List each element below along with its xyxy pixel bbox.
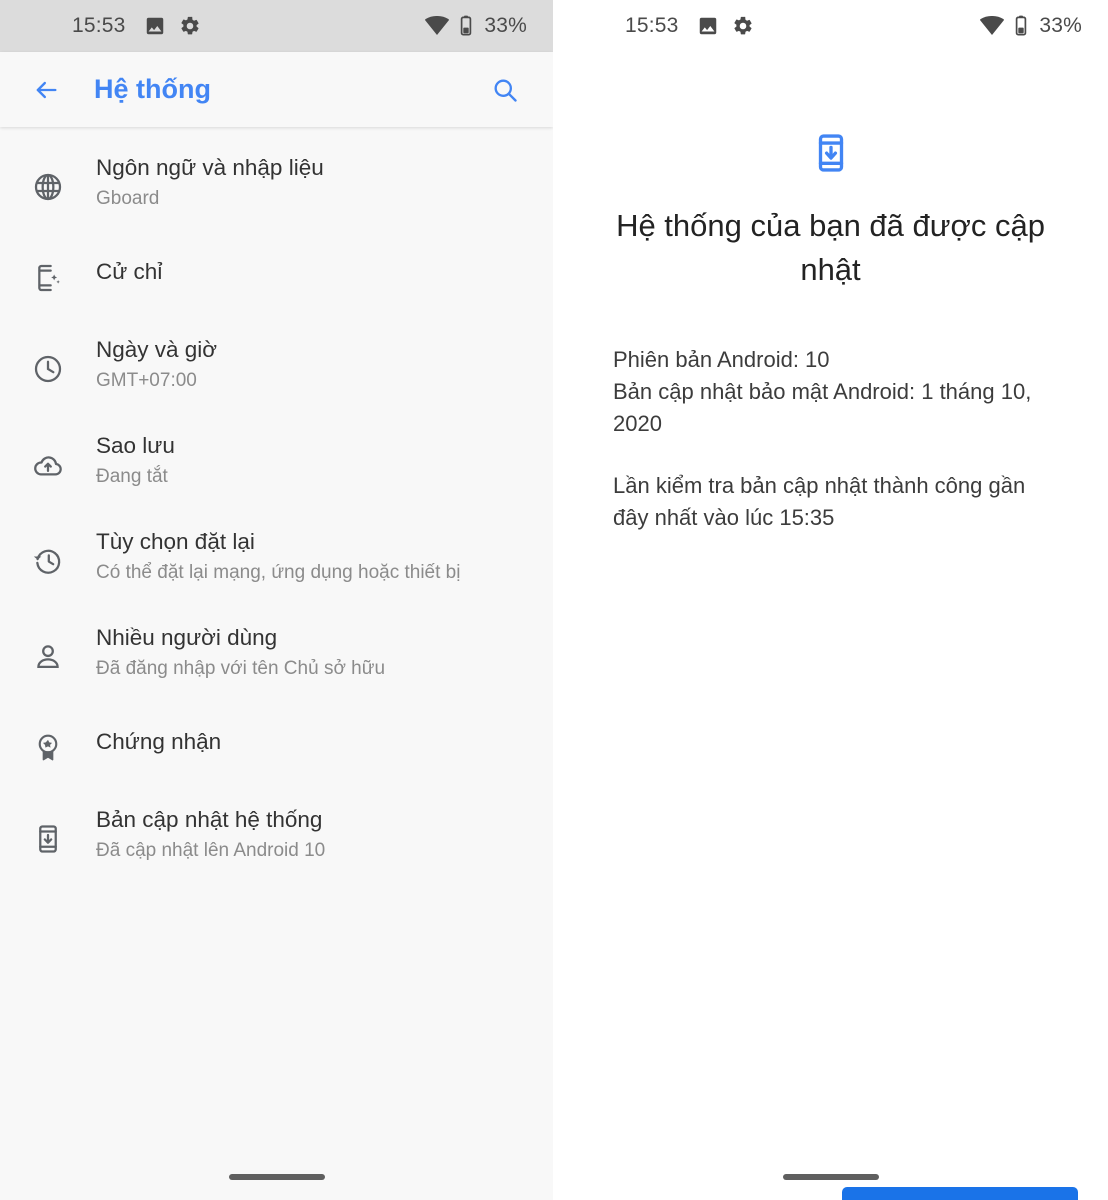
system-update-screen: Hệ thống của bạn đã được cập nhật Phiên … — [553, 132, 1108, 1200]
right-screenshot-panel: 15:53 33% Hệ thống của bạn đã được cập n… — [553, 0, 1108, 1200]
gesture-phone-icon — [0, 254, 96, 294]
list-item-subtitle: Gboard — [96, 188, 160, 209]
list-item-title: Tùy chọn đặt lại — [96, 529, 255, 554]
sidebar-item-multiple-users[interactable]: Nhiều người dùng Đã đăng nhập với tên Ch… — [0, 605, 553, 701]
phone-download-icon — [0, 815, 96, 855]
sidebar-item-language-input[interactable]: Ngôn ngữ và nhập liệu Gboard — [0, 135, 553, 231]
home-gesture-pill[interactable] — [228, 1174, 325, 1180]
search-icon[interactable] — [481, 66, 529, 114]
list-item-text: Tùy chọn đặt lại Có thể đặt lại mạng, ứn… — [96, 509, 529, 605]
hero-icon-wrapper — [583, 132, 1078, 174]
restore-history-icon — [0, 537, 96, 577]
list-item-text: Sao lưu Đang tắt — [96, 413, 529, 509]
wifi-icon — [425, 14, 450, 38]
list-item-text: Chứng nhận — [96, 701, 529, 783]
list-item-text: Cử chỉ — [96, 231, 529, 313]
battery-percent-label: 33% — [1039, 14, 1082, 37]
phone-download-icon — [810, 132, 852, 174]
sidebar-item-date-time[interactable]: Ngày và giờ GMT+07:00 — [0, 317, 553, 413]
list-item-subtitle: Đang tắt — [96, 466, 168, 487]
sidebar-item-backup[interactable]: Sao lưu Đang tắt — [0, 413, 553, 509]
status-bar-notification-icons — [697, 15, 754, 37]
page-title: Hệ thống — [94, 74, 211, 104]
status-bar: 15:53 33% — [553, 0, 1108, 52]
list-item-title: Sao lưu — [96, 433, 175, 458]
settings-list: Ngôn ngữ và nhập liệu Gboard Cử chỉ Ngày… — [0, 127, 553, 883]
list-item-title: Ngày và giờ — [96, 337, 218, 362]
app-bar: Hệ thống — [0, 52, 553, 127]
home-gesture-pill[interactable] — [782, 1174, 879, 1180]
status-bar: 15:53 33% — [0, 0, 553, 52]
list-item-subtitle: Có thể đặt lại mạng, ứng dụng hoặc thiết… — [96, 562, 461, 583]
security-patch-line: Bản cập nhật bảo mật Android: 1 tháng 10… — [613, 379, 1032, 436]
dual-screenshot-container: 15:53 33% Hệ thống Ngôn ngữ và nhập liệu… — [0, 0, 1108, 1200]
cloud-upload-icon — [0, 441, 96, 481]
list-item-title: Cử chỉ — [96, 259, 163, 284]
back-arrow-icon[interactable] — [22, 66, 70, 114]
last-check-line: Lần kiểm tra bản cập nhật thành công gần… — [613, 473, 1026, 530]
android-version-line: Phiên bản Android: 10 — [613, 347, 830, 372]
sidebar-item-system-update[interactable]: Bản cập nhật hệ thống Đã cập nhật lên An… — [0, 787, 553, 883]
list-item-text: Ngôn ngữ và nhập liệu Gboard — [96, 135, 529, 231]
battery-percent-label: 33% — [484, 14, 527, 37]
list-item-text: Bản cập nhật hệ thống Đã cập nhật lên An… — [96, 787, 529, 883]
details-spacer — [613, 440, 1062, 470]
status-bar-notification-icons — [144, 15, 201, 37]
update-footer: Kiểm tra bản cập nhật — [553, 1187, 1108, 1200]
status-bar-clock: 15:53 — [72, 14, 126, 37]
update-status-headline: Hệ thống của bạn đã được cập nhật — [616, 208, 1045, 287]
list-item-subtitle: GMT+07:00 — [96, 370, 197, 391]
status-bar-system-icons: 33% — [425, 14, 527, 38]
update-button-row: Kiểm tra bản cập nhật — [583, 1187, 1078, 1200]
globe-icon — [0, 163, 96, 203]
person-icon — [0, 633, 96, 673]
list-item-title: Ngôn ngữ và nhập liệu — [96, 155, 324, 180]
battery-icon — [1013, 14, 1029, 38]
image-icon — [144, 15, 166, 37]
image-icon — [697, 15, 719, 37]
list-item-title: Chứng nhận — [96, 729, 222, 754]
list-item-title: Nhiều người dùng — [96, 625, 278, 650]
list-item-text: Ngày và giờ GMT+07:00 — [96, 317, 529, 413]
gear-icon — [732, 15, 754, 37]
certificate-badge-icon — [0, 724, 96, 764]
list-item-text: Nhiều người dùng Đã đăng nhập với tên Ch… — [96, 605, 529, 701]
check-for-update-button[interactable]: Kiểm tra bản cập nhật — [842, 1187, 1078, 1200]
navigation-bar — [0, 1154, 553, 1200]
battery-icon — [458, 14, 474, 38]
status-bar-system-icons: 33% — [980, 14, 1082, 38]
sidebar-item-certificates[interactable]: Chứng nhận — [0, 701, 553, 787]
update-details: Phiên bản Android: 10 Bản cập nhật bảo m… — [583, 344, 1078, 534]
status-bar-clock: 15:53 — [625, 14, 679, 37]
list-item-subtitle: Đã đăng nhập với tên Chủ sở hữu — [96, 658, 386, 679]
sidebar-item-reset-options[interactable]: Tùy chọn đặt lại Có thể đặt lại mạng, ứn… — [0, 509, 553, 605]
sidebar-item-gestures[interactable]: Cử chỉ — [0, 231, 553, 317]
wifi-icon — [980, 14, 1005, 38]
list-item-title: Bản cập nhật hệ thống — [96, 807, 323, 832]
list-item-subtitle: Đã cập nhật lên Android 10 — [96, 840, 326, 861]
clock-icon — [0, 345, 96, 385]
left-screenshot-panel: 15:53 33% Hệ thống Ngôn ngữ và nhập liệu… — [0, 0, 553, 1200]
gear-icon — [179, 15, 201, 37]
